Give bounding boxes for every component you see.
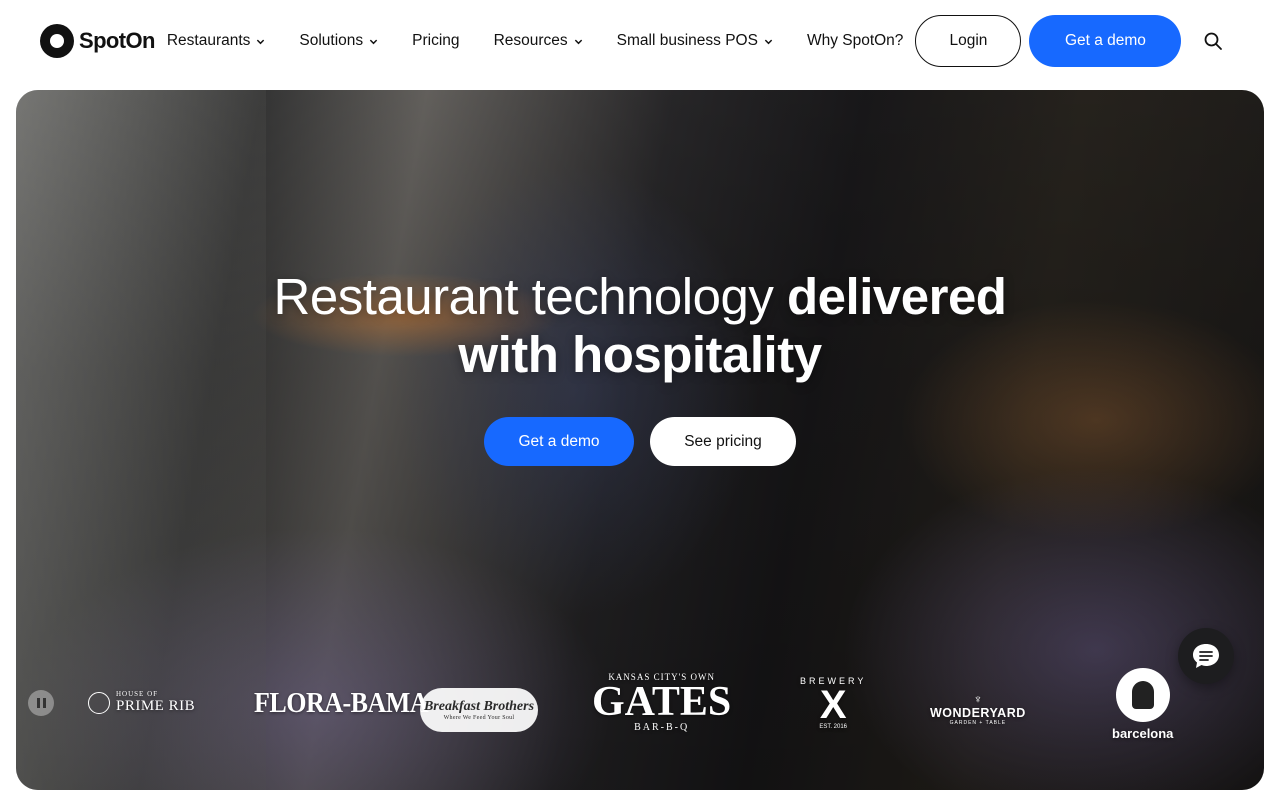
logo-wordmark: SpotOn — [79, 28, 155, 53]
nav-solutions[interactable]: Solutions — [299, 32, 378, 50]
logo-brewery-x: BREWERY X EST. 2016 — [800, 676, 866, 730]
barcelona-seal-icon — [1115, 668, 1170, 722]
nav-why-spoton[interactable]: Why SpotOn? — [807, 32, 904, 50]
chat-icon[interactable] — [1178, 628, 1234, 684]
logo-gates-bbq: KANSAS CITY'S OWN GATES BAR-B-Q — [592, 672, 731, 733]
wonderyard-mark-icon: ♆ — [973, 692, 983, 706]
barcelona-name: barcelona — [1112, 726, 1174, 741]
nav-restaurants-label: Restaurants — [166, 32, 251, 49]
nav-small-business-pos[interactable]: Small business POS — [617, 32, 773, 50]
header-actions: Login Get a demo — [915, 15, 1224, 67]
logo-breakfast-brothers: Breakfast Brothers Where We Feed Your So… — [420, 688, 538, 732]
chevron-down-icon — [764, 37, 773, 46]
hero-headline-bold-2: with hospitality — [458, 326, 822, 383]
hero-get-demo-button[interactable]: Get a demo — [484, 417, 634, 466]
prime-rib-big: PRIME RIB — [116, 698, 196, 714]
login-button[interactable]: Login — [915, 15, 1022, 67]
spoton-logo[interactable]: SpotOn — [40, 24, 155, 58]
nav-restaurants[interactable]: Restaurants — [167, 32, 266, 50]
site-header: SpotOn Restaurants Solutions Pricing Res… — [0, 0, 1280, 82]
pause-icon[interactable] — [28, 690, 54, 716]
logo-wonderyard: ♆ WONDERYARD GARDEN + TABLE — [930, 692, 1026, 726]
header-get-demo-button[interactable]: Get a demo — [1029, 15, 1182, 67]
prime-rib-seal-icon — [88, 691, 110, 714]
nav-solutions-label: Solutions — [299, 32, 364, 49]
search-icon[interactable] — [1202, 30, 1224, 52]
gates-main: GATES — [592, 679, 732, 725]
nav-small-business-pos-label: Small business POS — [616, 32, 758, 49]
breakfast-brothers-title: Breakfast Brothers — [423, 699, 535, 714]
hero-headline-light: Restaurant technology — [273, 268, 774, 325]
nav-why-spoton-label: Why SpotOn? — [806, 32, 904, 49]
logo-barcelona: barcelona — [1112, 668, 1173, 741]
prime-rib-small: HOUSE OF — [116, 690, 159, 698]
nav-pricing[interactable]: Pricing — [412, 32, 459, 50]
hero-headline: Restaurant technology delivered with hos… — [16, 268, 1264, 384]
spoton-logo-mark-icon — [40, 24, 74, 58]
customer-logos-strip: HOUSE OF PRIME RIB FLORA-BAMA Breakfast … — [16, 668, 1264, 760]
see-pricing-button[interactable]: See pricing — [650, 417, 796, 466]
logo-flora-bama: FLORA-BAMA — [254, 686, 429, 719]
hero-headline-bold-1: delivered — [787, 268, 1007, 325]
main-nav: Restaurants Solutions Pricing Resources … — [167, 32, 904, 50]
nav-resources[interactable]: Resources — [494, 32, 583, 50]
chevron-down-icon — [369, 37, 378, 46]
brewery-main: X — [819, 683, 847, 727]
logo-house-of-prime-rib: HOUSE OF PRIME RIB — [88, 690, 195, 715]
wonderyard-sub: GARDEN + TABLE — [949, 720, 1007, 726]
chevron-down-icon — [574, 37, 583, 46]
hero-cta-group: Get a demo See pricing — [16, 417, 1264, 466]
nav-resources-label: Resources — [493, 32, 568, 49]
breakfast-brothers-tagline: Where We Feed Your Soul — [443, 715, 515, 721]
chevron-down-icon — [256, 37, 265, 46]
hero-video: Restaurant technology delivered with hos… — [16, 90, 1264, 790]
brewery-bottom: EST. 2016 — [819, 724, 848, 730]
wonderyard-main: WONDERYARD — [930, 706, 1026, 720]
nav-pricing-label: Pricing — [412, 32, 460, 49]
